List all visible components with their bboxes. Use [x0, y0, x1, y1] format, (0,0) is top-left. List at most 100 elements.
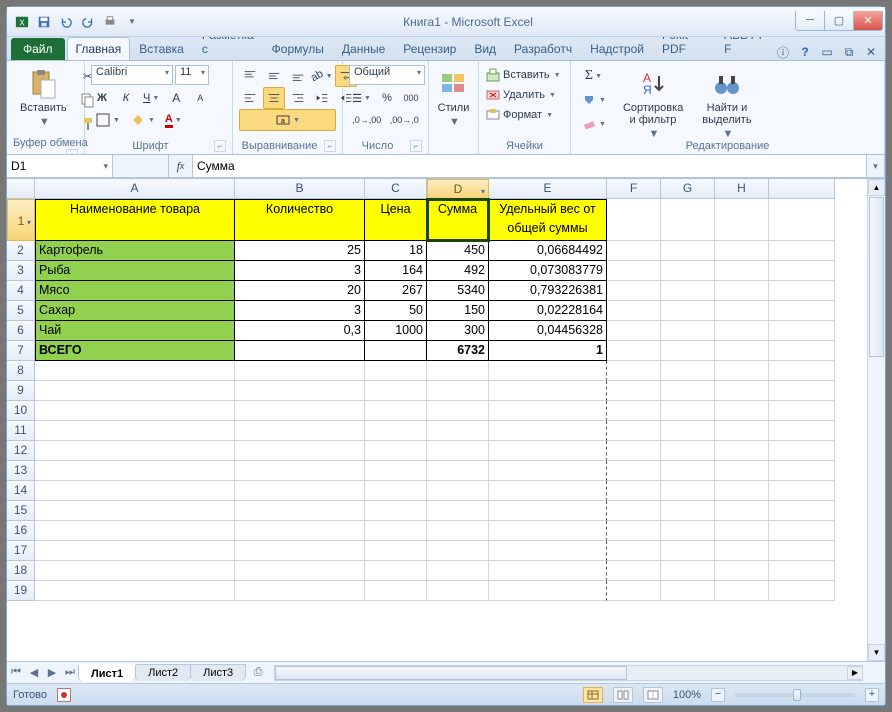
cell-F2[interactable]	[607, 241, 661, 261]
cell-G10[interactable]	[661, 401, 715, 421]
cell-F9[interactable]	[607, 381, 661, 401]
scroll-down-icon[interactable]: ▼	[868, 644, 885, 661]
save-icon[interactable]	[35, 13, 53, 31]
cell-E15[interactable]	[489, 501, 607, 521]
cell-E18[interactable]	[489, 561, 607, 581]
cell-H17[interactable]	[715, 541, 769, 561]
tab-data[interactable]: Данные	[333, 37, 394, 60]
cell-C7[interactable]	[365, 341, 427, 361]
cell-E1[interactable]: Удельный вес от общей суммы	[489, 199, 607, 241]
cell-C19[interactable]	[365, 581, 427, 601]
cell-B11[interactable]	[235, 421, 365, 441]
cell-F19[interactable]	[607, 581, 661, 601]
cell-C2[interactable]: 18	[365, 241, 427, 261]
tab-file[interactable]: Файл	[11, 38, 65, 60]
accounting-format-button[interactable]: ☰▼	[349, 87, 374, 109]
cell-C13[interactable]	[365, 461, 427, 481]
cell-C18[interactable]	[365, 561, 427, 581]
increase-decimal-button[interactable]: ,0→,00	[349, 109, 385, 131]
vscroll-thumb[interactable]	[869, 197, 884, 357]
cell-E13[interactable]	[489, 461, 607, 481]
cell-E19[interactable]	[489, 581, 607, 601]
col-header-B[interactable]: B	[235, 179, 365, 199]
cell-B6[interactable]: 0,3	[235, 321, 365, 341]
cell-C4[interactable]: 267	[365, 281, 427, 301]
cell-E8[interactable]	[489, 361, 607, 381]
cell-H16[interactable]	[715, 521, 769, 541]
close-workbook-icon[interactable]: ✕	[863, 44, 879, 60]
cell-H13[interactable]	[715, 461, 769, 481]
ribbon-opts-icon[interactable]: ▭	[819, 44, 835, 60]
cell-C10[interactable]	[365, 401, 427, 421]
cells-grid[interactable]: ABCDEFGH1Наименование товараКоличествоЦе…	[7, 179, 885, 601]
cell-D13[interactable]	[427, 461, 489, 481]
align-center-button[interactable]	[263, 87, 285, 109]
cell-B16[interactable]	[235, 521, 365, 541]
new-sheet-icon[interactable]: ⎙	[246, 664, 270, 682]
row-header-4[interactable]: 4	[7, 281, 35, 301]
restore-window-icon[interactable]: ⧉	[841, 44, 857, 60]
cell-G1[interactable]	[661, 199, 715, 241]
row-header-18[interactable]: 18	[7, 561, 35, 581]
cell-E11[interactable]	[489, 421, 607, 441]
cell-B12[interactable]	[235, 441, 365, 461]
cell-D19[interactable]	[427, 581, 489, 601]
cell-C5[interactable]: 50	[365, 301, 427, 321]
cell-E7[interactable]: 1	[489, 341, 607, 361]
fill-button[interactable]: ▼	[577, 89, 610, 111]
sheet-nav-first-icon[interactable]: ⏮	[7, 664, 25, 682]
cell-A11[interactable]	[35, 421, 235, 441]
cell-C8[interactable]	[365, 361, 427, 381]
cell-F15[interactable]	[607, 501, 661, 521]
zoom-slider[interactable]	[735, 693, 855, 697]
cell-A3[interactable]: Рыба	[35, 261, 235, 281]
view-page-layout-button[interactable]	[613, 687, 633, 703]
row-header-9[interactable]: 9	[7, 381, 35, 401]
tab-addins[interactable]: Надстрой	[581, 37, 653, 60]
cell-G3[interactable]	[661, 261, 715, 281]
cell-F3[interactable]	[607, 261, 661, 281]
row-header-5[interactable]: 5	[7, 301, 35, 321]
cell-F10[interactable]	[607, 401, 661, 421]
decrease-indent-button[interactable]	[311, 87, 333, 109]
cell-A12[interactable]	[35, 441, 235, 461]
tab-formulas[interactable]: Формулы	[263, 37, 333, 60]
row-header-14[interactable]: 14	[7, 481, 35, 501]
cell-E12[interactable]	[489, 441, 607, 461]
cell-D11[interactable]	[427, 421, 489, 441]
tab-insert[interactable]: Вставка	[130, 37, 193, 60]
sheet-nav-next-icon[interactable]: ▶	[43, 664, 61, 682]
cell-H12[interactable]	[715, 441, 769, 461]
cell-A17[interactable]	[35, 541, 235, 561]
row-header-11[interactable]: 11	[7, 421, 35, 441]
increase-font-button[interactable]: A	[165, 87, 187, 109]
cell-C11[interactable]	[365, 421, 427, 441]
col-header-A[interactable]: A	[35, 179, 235, 199]
cell-G7[interactable]	[661, 341, 715, 361]
cell-C3[interactable]: 164	[365, 261, 427, 281]
bold-button[interactable]: Ж	[91, 87, 113, 109]
comma-button[interactable]: 000	[400, 87, 422, 109]
cell-D10[interactable]	[427, 401, 489, 421]
row-header-19[interactable]: 19	[7, 581, 35, 601]
cell-A2[interactable]: Картофель	[35, 241, 235, 261]
col-header-D[interactable]: D	[427, 179, 489, 199]
sort-filter-button[interactable]: АЯ Сортировка и фильтр ▼	[616, 65, 690, 131]
percent-button[interactable]: %	[376, 87, 398, 109]
cell-A8[interactable]	[35, 361, 235, 381]
cell-D17[interactable]	[427, 541, 489, 561]
alignment-dialog-icon[interactable]: ⌐	[324, 140, 336, 152]
tab-view[interactable]: Вид	[465, 37, 505, 60]
cell-B7[interactable]	[235, 341, 365, 361]
cell-C17[interactable]	[365, 541, 427, 561]
cell-E14[interactable]	[489, 481, 607, 501]
cell-D5[interactable]: 150	[427, 301, 489, 321]
cell-G16[interactable]	[661, 521, 715, 541]
cell-A9[interactable]	[35, 381, 235, 401]
cell-D2[interactable]: 450	[427, 241, 489, 261]
cell-E10[interactable]	[489, 401, 607, 421]
merge-center-button[interactable]: a▼	[239, 109, 336, 131]
scroll-up-icon[interactable]: ▲	[868, 179, 885, 196]
format-cells-button[interactable]: Формат ▼	[485, 105, 564, 125]
minimize-button[interactable]: ─	[795, 11, 825, 31]
